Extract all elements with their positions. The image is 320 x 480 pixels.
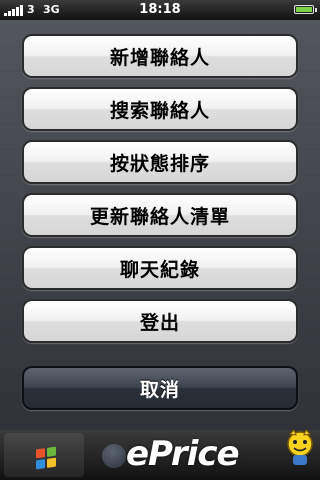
watermark-text: ePrice [126, 434, 240, 474]
contact-icon[interactable] [102, 444, 126, 468]
logout-button[interactable]: 登出 [22, 299, 298, 343]
status-bar: 3 3G 18:18 [0, 0, 320, 20]
add-contact-button[interactable]: 新增聯絡人 [22, 34, 298, 78]
mascot-icon [287, 429, 313, 465]
cancel-button[interactable]: 取消 [22, 366, 298, 410]
status-clock: 18:18 [139, 2, 181, 17]
chat-history-button[interactable]: 聊天紀錄 [22, 246, 298, 290]
windows-logo-icon[interactable] [36, 446, 56, 470]
action-sheet: 新增聯絡人 搜索聯絡人 按狀態排序 更新聯絡人清單 聊天紀錄 登出 取消 [0, 20, 320, 430]
sort-by-status-button[interactable]: 按狀態排序 [22, 140, 298, 184]
screen: 3 3G 18:18 新增聯絡人 搜索聯絡人 按狀態排序 更新聯絡人清單 聊天紀… [0, 0, 320, 480]
refresh-contacts-button[interactable]: 更新聯絡人清單 [22, 193, 298, 237]
battery-icon [294, 5, 317, 14]
search-contact-button[interactable]: 搜索聯絡人 [22, 87, 298, 131]
